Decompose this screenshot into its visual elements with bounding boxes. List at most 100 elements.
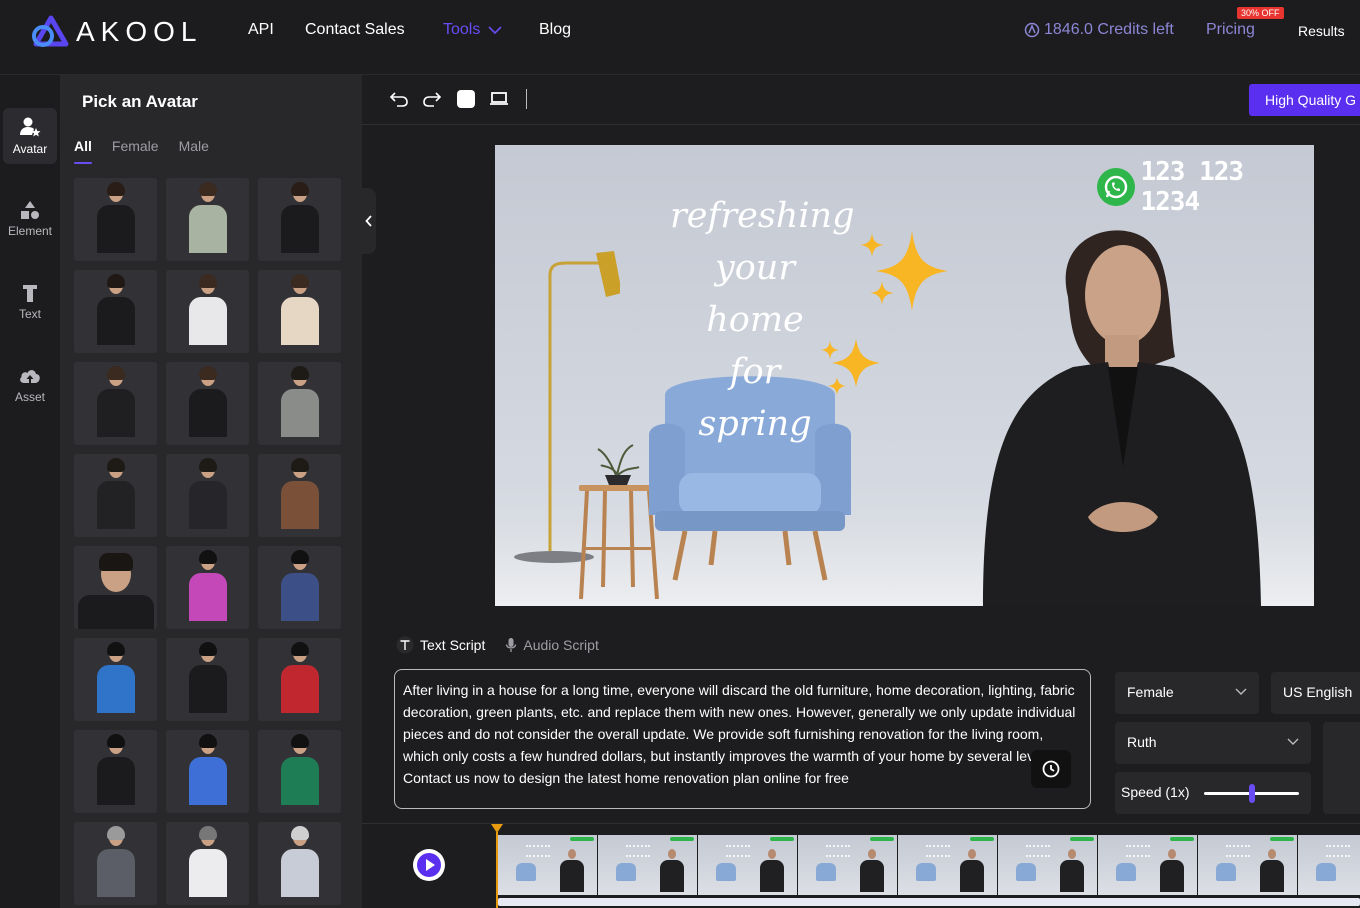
avatar-thumbnail[interactable] — [166, 730, 249, 813]
script-textarea[interactable]: After living in a house for a long time,… — [394, 669, 1091, 809]
avatar-figure — [280, 550, 319, 621]
timeline-frame[interactable] — [698, 835, 797, 895]
timeline-frame[interactable] — [798, 835, 897, 895]
avatar-thumbnail[interactable] — [258, 362, 341, 445]
top-nav: AKOOL API Contact Sales Tools Blog 1846.… — [0, 0, 1360, 75]
avatar-figure — [280, 734, 319, 805]
avatar-thumbnail[interactable] — [258, 730, 341, 813]
avatar-figure — [96, 826, 135, 897]
results-link[interactable]: Results — [1298, 23, 1345, 39]
avatar-figure — [188, 458, 227, 529]
nav-tools-label: Tools — [443, 21, 481, 38]
headline-line: refreshing — [670, 196, 855, 236]
tab-all[interactable]: All — [74, 138, 92, 164]
avatar-figure — [188, 274, 227, 345]
avatar-thumbnail[interactable] — [258, 822, 341, 905]
nav-contact-sales[interactable]: Contact Sales — [305, 21, 405, 39]
avatar-thumbnail[interactable] — [74, 270, 157, 353]
sparkle-icon — [821, 231, 948, 395]
presenter-avatar-figure[interactable] — [943, 227, 1283, 606]
whatsapp-contact[interactable]: 123 123 1234 — [1097, 157, 1314, 217]
rail-item-text[interactable]: Text — [3, 274, 57, 330]
rail-label-avatar: Avatar — [12, 142, 48, 156]
rail-item-element[interactable]: Element — [3, 191, 57, 247]
akool-logo[interactable]: AKOOL — [30, 14, 202, 50]
phone-number: 123 123 1234 — [1140, 157, 1245, 217]
timeline-frame[interactable] — [1298, 835, 1360, 895]
avatar-thumbnail[interactable] — [74, 730, 157, 813]
timeline-frame[interactable] — [998, 835, 1097, 895]
timeline-frame-strip[interactable] — [496, 835, 1360, 895]
avatar-thumbnail[interactable] — [258, 178, 341, 261]
timeline-frame[interactable] — [598, 835, 697, 895]
collapse-panel-button[interactable] — [362, 188, 376, 254]
voice-preview-card[interactable] — [1323, 722, 1360, 814]
tab-male[interactable]: Male — [179, 138, 209, 154]
avatar-filter-tabs: All Female Male — [74, 138, 209, 164]
avatar-thumbnail[interactable] — [166, 362, 249, 445]
avatar-figure — [188, 182, 227, 253]
rail-item-asset[interactable]: Asset — [3, 357, 57, 413]
play-icon — [414, 850, 444, 880]
avatar-thumbnail[interactable] — [74, 362, 157, 445]
logo-text: AKOOL — [76, 16, 203, 47]
gender-select-value: Female — [1127, 684, 1174, 700]
gender-select[interactable]: Female — [1115, 672, 1259, 714]
avatar-thumbnail[interactable] — [74, 454, 157, 537]
nav-tools[interactable]: Tools — [443, 21, 502, 39]
tab-text-script[interactable]: Text Script — [396, 636, 485, 654]
undo-icon[interactable] — [389, 90, 409, 108]
avatar-icon — [20, 117, 41, 137]
avatar-thumbnail[interactable] — [74, 178, 157, 261]
rail-item-avatar[interactable]: Avatar — [3, 108, 57, 164]
avatar-thumbnail[interactable] — [166, 454, 249, 537]
headline-line: for spring — [698, 352, 812, 444]
avatar-thumbnail[interactable] — [258, 270, 341, 353]
tab-female[interactable]: Female — [112, 138, 159, 154]
avatar-thumbnail[interactable] — [166, 822, 249, 905]
tab-audio-script-label: Audio Script — [523, 637, 599, 653]
avatar-thumbnail[interactable] — [74, 822, 157, 905]
nav-blog[interactable]: Blog — [539, 21, 571, 39]
logo-mark-icon — [32, 15, 69, 47]
playhead-handle-icon[interactable] — [491, 824, 503, 834]
redo-icon[interactable] — [422, 90, 442, 108]
avatar-thumbnail[interactable] — [74, 638, 157, 721]
avatar-thumbnail[interactable] — [166, 546, 249, 629]
avatar-figure — [280, 458, 319, 529]
background-color-icon[interactable] — [456, 89, 476, 109]
insert-pause-button[interactable] — [1031, 750, 1071, 788]
timeline-frame[interactable] — [498, 835, 597, 895]
avatar-thumbnail[interactable] — [74, 546, 157, 629]
timeline-frame[interactable] — [1198, 835, 1297, 895]
timeline-frame[interactable] — [898, 835, 997, 895]
avatar-figure — [188, 642, 227, 713]
tab-audio-script[interactable]: Audio Script — [505, 636, 599, 654]
avatar-figure — [280, 642, 319, 713]
play-button[interactable] — [413, 849, 445, 881]
avatar-figure — [96, 366, 135, 437]
timeline-track[interactable] — [498, 898, 1360, 906]
voice-select-value: Ruth — [1127, 734, 1157, 750]
avatar-thumbnail[interactable] — [166, 178, 249, 261]
canvas-headline[interactable]: refreshing your home for spring — [670, 190, 855, 450]
avatar-thumbnail[interactable] — [258, 546, 341, 629]
credits-indicator[interactable]: 1846.0 Credits left — [1024, 21, 1174, 39]
panel-title: Pick an Avatar — [82, 92, 198, 111]
avatar-thumbnail[interactable] — [258, 454, 341, 537]
voice-select[interactable]: Ruth — [1115, 722, 1311, 764]
avatar-thumbnail[interactable] — [166, 270, 249, 353]
language-select[interactable]: US English — [1271, 672, 1360, 714]
avatar-thumbnail[interactable] — [258, 638, 341, 721]
avatar-figure — [96, 642, 135, 713]
video-canvas[interactable]: refreshing your home for spring 123 123 … — [495, 145, 1314, 606]
avatar-thumbnail[interactable] — [166, 638, 249, 721]
pricing-link[interactable]: Pricing — [1206, 21, 1255, 39]
rail-label-text: Text — [18, 307, 41, 321]
timeline-frame[interactable] — [1098, 835, 1197, 895]
speed-slider-thumb[interactable] — [1248, 784, 1255, 803]
aspect-ratio-icon[interactable] — [490, 91, 508, 107]
nav-api[interactable]: API — [248, 21, 274, 39]
high-quality-generate-button[interactable]: High Quality G — [1249, 84, 1360, 116]
script-tabs: Text Script Audio Script — [396, 636, 599, 654]
